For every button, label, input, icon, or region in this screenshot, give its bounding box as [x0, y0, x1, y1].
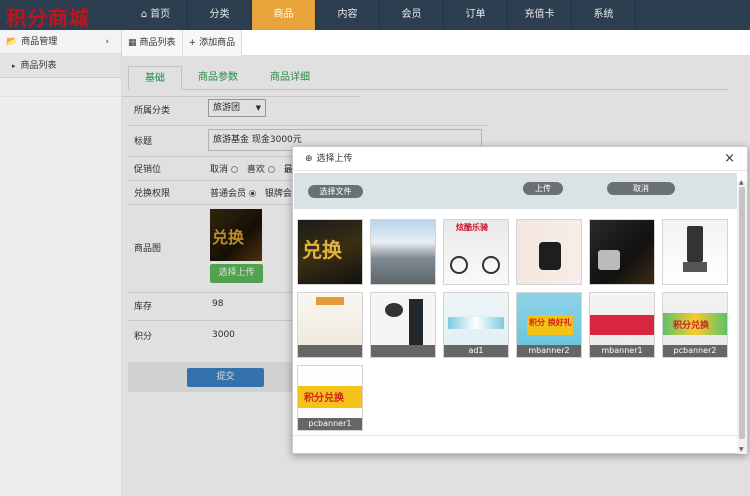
gallery-image-tile[interactable]: ad1 [443, 292, 509, 358]
scroll-down-icon[interactable]: ▼ [739, 446, 744, 453]
gallery-image-tile[interactable]: 积分兑换 pcbanner2 [662, 292, 728, 358]
gallery-image-tile[interactable]: 兑换 [297, 219, 363, 285]
chevron-right-icon: › [105, 37, 109, 47]
upload-button[interactable]: 上传 [523, 182, 563, 195]
sidebar-item-product-list[interactable]: ▸ 商品列表 [0, 54, 121, 78]
top-navbar: 积分商城 ⌂ 首页 分类 商品 内容 会员 订单 充值卡 系统 [0, 0, 750, 30]
bike-wheel [482, 256, 500, 274]
gallery-image-tile[interactable] [297, 292, 363, 358]
plus-circle-icon: ⊕ [305, 154, 313, 164]
gallery-image-tile[interactable] [662, 219, 728, 285]
gallery-image-tile[interactable]: mbanner1 [589, 292, 655, 358]
nav-recharge-card[interactable]: 充值卡 [508, 0, 572, 30]
caret-right-icon: ▸ [12, 62, 16, 70]
modal-scrollbar[interactable]: ▲ ▼ [737, 179, 747, 454]
modal-header: ⊕ 选择上传 × [293, 147, 747, 171]
nav-content[interactable]: 内容 [316, 0, 380, 30]
home-icon: ⌂ [140, 9, 148, 20]
gallery-image-tile[interactable] [370, 219, 436, 285]
modal-footer-divider [293, 435, 737, 436]
modal-toolbar: 选择文件 上传 取消 [294, 173, 737, 209]
nav-product[interactable]: 商品 [252, 0, 316, 30]
cancel-button[interactable]: 取消 [607, 182, 675, 195]
page-tabs: ▦ 商品列表 + 添加商品 [122, 30, 750, 56]
nav-system[interactable]: 系统 [572, 0, 636, 30]
tab-add-product[interactable]: + 添加商品 [182, 30, 243, 56]
nav-home[interactable]: ⌂ 首页 [124, 0, 188, 30]
gallery-image-tile[interactable] [370, 292, 436, 358]
gallery-image-tile[interactable]: 积分兑换 pcbanner1 [297, 365, 363, 431]
logo: 积分商城 [6, 6, 90, 30]
close-icon[interactable]: × [724, 147, 735, 171]
grid-icon: ▦ [128, 38, 137, 48]
nav-category[interactable]: 分类 [188, 0, 252, 30]
gallery-image-tile[interactable]: 积分 换好礼 mbanner2 [516, 292, 582, 358]
gallery-image-tile[interactable] [589, 219, 655, 285]
folder-open-icon: 📂 [6, 37, 18, 47]
tab-product-list[interactable]: ▦ 商品列表 [122, 30, 183, 56]
plus-icon: + [188, 38, 197, 48]
choose-file-button[interactable]: 选择文件 [308, 185, 363, 198]
upload-modal: ⊕ 选择上传 × 选择文件 上传 取消 兑换 炫酷乐骑 ad1 积分 换好礼 m… [292, 146, 748, 454]
scroll-up-icon[interactable]: ▲ [739, 179, 744, 186]
gallery-image-tile[interactable]: 炫酷乐骑 [443, 219, 509, 285]
nav-member[interactable]: 会员 [380, 0, 444, 30]
scrollbar-thumb[interactable] [739, 187, 745, 439]
bike-wheel [450, 256, 468, 274]
gallery-image-tile[interactable] [516, 219, 582, 285]
nav-order[interactable]: 订单 [444, 0, 508, 30]
main-nav: ⌂ 首页 分类 商品 内容 会员 订单 充值卡 系统 [124, 0, 636, 30]
sidebar-group-product-management[interactable]: 📂 商品管理 › [0, 30, 121, 54]
